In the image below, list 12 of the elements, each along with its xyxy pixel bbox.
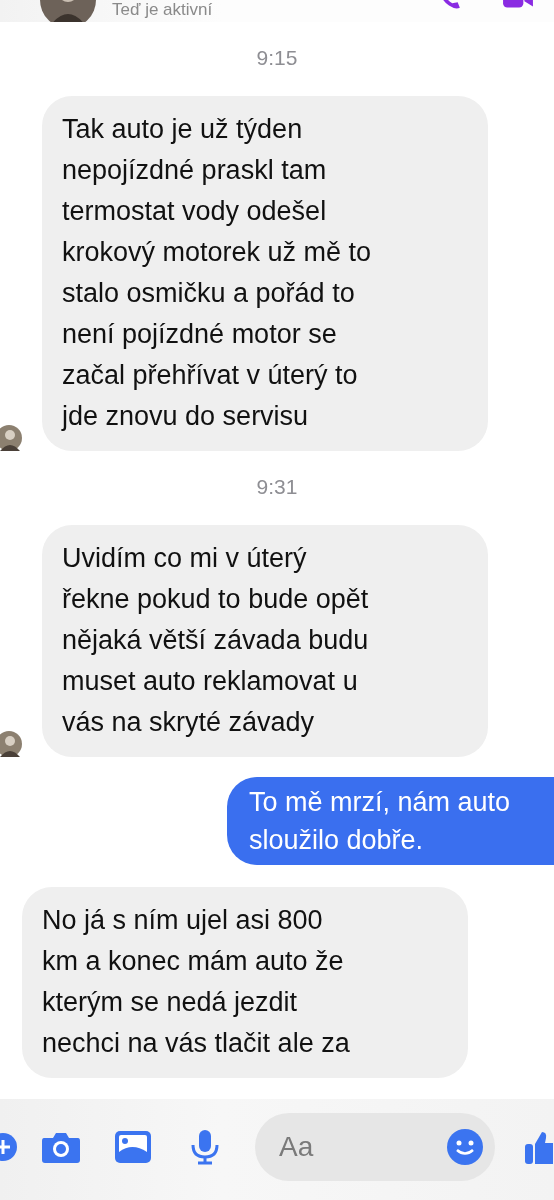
received-message: No já s ním ujel asi 800 km a konec mám auto že kterým se nedá jezdit nechci na vás tlačit ale za [22,887,468,1078]
thumbs-up-icon[interactable] [525,1129,554,1164]
active-status: Teď je aktivní [112,0,213,20]
message-field[interactable]: Aa [255,1112,495,1181]
sent-message: To mě mrzí, nám auto sloužilo dobře. [227,777,554,865]
timestamp: 9:31 [255,474,299,500]
received-message: Tak auto je už týden nepojízdné praskl tam termostat vody odešel krokový motorek už mě to stalo osmičku a pořád to není pojízdné motor se začal přehřívat v úterý to jde znovu do servisu [42,96,488,451]
timestamp: 9:15 [255,45,299,71]
received-message: Uvidím co mi v úterý řekne pokud to bude opět nějaká větší závada budu muset auto reklamovat u vás na skryté závady [42,525,488,757]
emoji-icon[interactable] [447,1128,483,1165]
microphone-icon[interactable] [190,1128,220,1165]
image-icon[interactable] [114,1129,152,1164]
